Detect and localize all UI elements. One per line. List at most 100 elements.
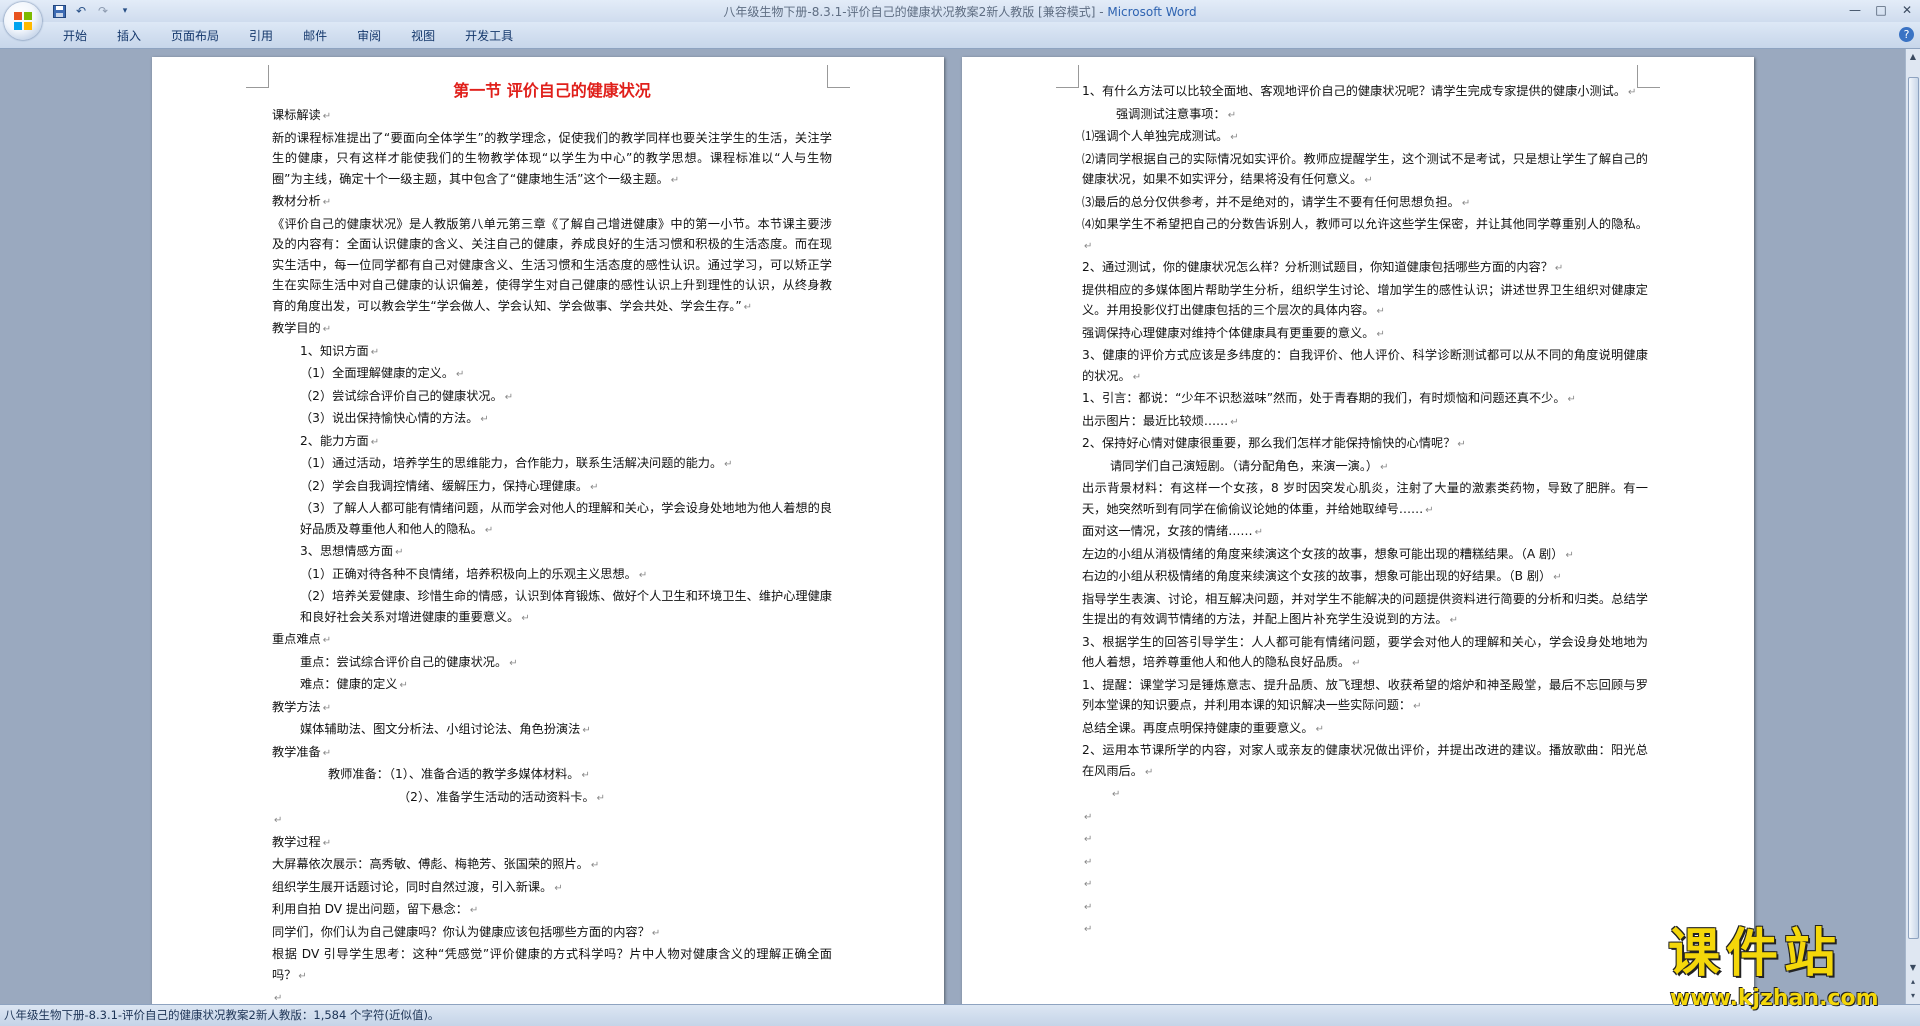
paragraph-text: 1、知识方面: [300, 343, 369, 358]
paragraph-text: ⑷如果学生不希望把自己的分数告诉别人，教师可以允许这些学生保密，并让其他同学尊重…: [1082, 217, 1648, 231]
window-title: 八年级生物下册-8.3.1-评价自己的健康状况教案2新人教版 [兼容模式] - …: [0, 3, 1920, 20]
paragraph-mark-icon: ↵: [670, 174, 680, 186]
vertical-scrollbar[interactable]: ▲ ▼ ▴ ▾: [1905, 49, 1920, 1004]
paragraph-line: ↵: [1082, 851, 1648, 874]
paragraph-line: ↵: [1082, 783, 1648, 806]
paragraph-line: 2、保持好心情对健康很重要，那么我们怎样才能保持愉快的心情呢？ ↵: [1082, 433, 1648, 456]
page-2-content: 1、有什么方法可以比较全面地、客观地评价自己的健康状况呢？请学生完成专家提供的健…: [1082, 81, 1648, 941]
paragraph-line: 左边的小组从消极情绪的角度来续演这个女孩的故事，想象可能出现的糟糕结果。（A 剧…: [1082, 544, 1648, 567]
paragraph-text: 教学过程: [272, 834, 321, 849]
paragraph-mark-icon: ↵: [1084, 856, 1093, 868]
paragraph-mark-icon: ↵: [1084, 924, 1093, 935]
paragraph-line: 1、引言：都说：“少年不识愁滋味”然而，处于青春期的我们，有时烦恼和问题还真不少…: [1082, 388, 1648, 411]
paragraph-text: 1、有什么方法可以比较全面地、客观地评价自己的健康状况呢？请学生完成专家提供的健…: [1082, 84, 1627, 98]
minimize-button[interactable]: —: [1842, 0, 1868, 20]
document-title: 八年级生物下册-8.3.1-评价自己的健康状况教案2新人教版 [兼容模式] -: [723, 5, 1108, 19]
paragraph-line: 教学准备 ↵: [272, 742, 832, 765]
paragraph-mark-icon: ↵: [322, 324, 332, 335]
paragraph-line: 2、能力方面 ↵: [272, 431, 832, 454]
paragraph-mark-icon: ↵: [590, 481, 599, 493]
paragraph-line: 1、提醒：课堂学习是锤炼意志、提升品质、放飞理想、收获希望的熔炉和神圣殿堂，最后…: [1082, 675, 1648, 718]
paragraph-text: 难点：健康的定义: [300, 677, 398, 691]
paragraph-line: 课标解读 ↵: [272, 105, 832, 128]
close-button[interactable]: ✕: [1894, 0, 1920, 20]
paragraph-mark-icon: ↵: [1084, 834, 1093, 845]
margin-mark: [246, 65, 269, 88]
tab-insert[interactable]: 插入: [102, 27, 156, 44]
paragraph-mark-icon: ↵: [1376, 328, 1385, 340]
paragraph-text: （2）学会自我调控情绪、缓解压力，保持心理健康。: [300, 478, 589, 493]
tab-mailings[interactable]: 邮件: [288, 27, 342, 44]
scroll-thumb[interactable]: [1908, 77, 1919, 939]
paragraph-line: 指导学生表演、讨论，相互解决问题，并对学生不能解决的问题提供资料进行简要的分析和…: [1082, 589, 1648, 632]
tab-developer[interactable]: 开发工具: [450, 27, 528, 44]
paragraph-mark-icon: ↵: [274, 815, 283, 826]
paragraph-line: 媒体辅助法、图文分析法、小组讨论法、角色扮演法 ↵: [272, 719, 832, 742]
document-page-2[interactable]: 1、有什么方法可以比较全面地、客观地评价自己的健康状况呢？请学生完成专家提供的健…: [962, 57, 1754, 1012]
paragraph-text: 根据 DV 引导学生思考：这种“凭感觉”评价健康的方式科学吗？片中人物对健康含义…: [272, 947, 832, 982]
paragraph-mark-icon: ↵: [1084, 811, 1093, 823]
paragraph-line: ⑶最后的总分仅供参考，并不是绝对的，请学生不要有任何思想负担。 ↵: [1082, 192, 1648, 215]
paragraph-mark-icon: ↵: [322, 635, 332, 646]
paragraph-text: 2、通过测试，你的健康状况怎么样？分析测试题目，你知道健康包括哪些方面的内容？: [1082, 260, 1553, 274]
paragraph-line: 右边的小组从积极情绪的角度来续演这个女孩的故事，想象可能出现的好结果。（B 剧）…: [1082, 566, 1648, 589]
paragraph-line: ⑴强调个人单独完成测试。 ↵: [1082, 126, 1648, 149]
paragraph-text: 新的课程标准提出了“要面向全体学生”的教学理念，促使我们的教学同样也要关注学生的…: [272, 130, 832, 186]
paragraph-mark-icon: ↵: [1376, 306, 1385, 317]
paragraph-line: 面对这一情况，女孩的情绪…… ↵: [1082, 521, 1648, 544]
paragraph-line: 重点难点 ↵: [272, 629, 832, 652]
redo-icon[interactable]: ↷: [94, 2, 112, 20]
margin-mark: [1056, 65, 1079, 88]
paragraph-mark-icon: ↵: [469, 905, 479, 916]
paragraph-mark-icon: ↵: [322, 702, 332, 714]
paragraph-text: 同学们，你们认为自己健康吗？你认为健康应该包括哪些方面的内容？: [272, 924, 650, 939]
paragraph-line: 重点：尝试综合评价自己的健康状况。 ↵: [272, 652, 832, 675]
paragraph-line: 1、知识方面 ↵: [272, 341, 832, 364]
paragraph-text: 出示图片：最近比较烦……: [1082, 413, 1229, 428]
office-button[interactable]: [4, 2, 42, 40]
paragraph-text: （2）尝试综合评价自己的健康状况。: [300, 388, 503, 403]
tab-review[interactable]: 审阅: [342, 27, 396, 44]
paragraph-line: 教材分析 ↵: [272, 191, 832, 214]
page-1-paragraphs: 课标解读 ↵ 新的课程标准提出了“要面向全体学生”的教学理念，促使我们的教学同样也要…: [272, 105, 832, 1010]
document-page-1[interactable]: 第一节 评价自己的健康状况 课标解读 ↵ 新的课程标准提出了“要面向全体学生”的教学…: [152, 57, 944, 1012]
paragraph-line: 教师准备：（1）、准备合适的教学多媒体材料。 ↵: [272, 764, 832, 787]
app-name: Microsoft Word: [1107, 5, 1197, 19]
paragraph-mark-icon: ↵: [1449, 615, 1459, 626]
paragraph-line: 根据 DV 引导学生思考：这种“凭感觉”评价健康的方式科学吗？片中人物对健康含义…: [272, 944, 832, 987]
paragraph-mark-icon: ↵: [322, 747, 332, 759]
paragraph-mark-icon: ↵: [484, 524, 494, 536]
paragraph-text: 《评价自己的健康状况》是人教版第八单元第三章《了解自己增进健康》中的第一小节。本…: [272, 216, 832, 313]
paragraph-text: 3、思想情感方面: [300, 544, 394, 558]
paragraph-mark-icon: ↵: [521, 612, 530, 624]
paragraph-mark-icon: ↵: [395, 547, 404, 558]
paragraph-line: 新的课程标准提出了“要面向全体学生”的教学理念，促使我们的教学同样也要关注学生的…: [272, 128, 832, 192]
paragraph-line: （1）全面理解健康的定义。 ↵: [272, 363, 832, 386]
scroll-up-icon[interactable]: ▲: [1907, 51, 1919, 63]
undo-icon[interactable]: ↶: [72, 2, 90, 20]
tab-home[interactable]: 开始: [48, 27, 102, 44]
document-heading: 第一节 评价自己的健康状况: [453, 81, 651, 100]
paragraph-line: 3、思想情感方面 ↵: [272, 541, 832, 564]
maximize-button[interactable]: □: [1868, 0, 1894, 20]
tab-references[interactable]: 引用: [234, 27, 288, 44]
page-1-content: 第一节 评价自己的健康状况 课标解读 ↵ 新的课程标准提出了“要面向全体学生”的教学…: [272, 79, 832, 1010]
paragraph-text: 教学方法: [272, 699, 321, 714]
paragraph-mark-icon: ↵: [1112, 789, 1121, 800]
paragraph-mark-icon: ↵: [554, 882, 563, 894]
paragraph-text: 3、根据学生的回答引导学生：人人都可能有情绪问题，要学会对他人的理解和关心，学会…: [1082, 634, 1648, 670]
tab-page-layout[interactable]: 页面布局: [156, 27, 234, 44]
tab-view[interactable]: 视图: [396, 27, 450, 44]
paragraph-line: （2）尝试综合评价自己的健康状况。 ↵: [272, 386, 832, 409]
paragraph-text: 1、提醒：课堂学习是锤炼意志、提升品质、放飞理想、收获希望的熔炉和神圣殿堂，最后…: [1082, 677, 1648, 713]
paragraph-text: 请同学们自己演短剧。（请分配角色，来演一演。）: [1110, 458, 1379, 473]
paragraph-line: ↵: [1082, 828, 1648, 851]
paragraph-line: 2、运用本节课所学的内容，对家人或亲友的健康状况做出评价，并提出改进的建议。播放…: [1082, 740, 1648, 783]
paragraph-line: 利用自拍 DV 提出问题，留下悬念： ↵: [272, 899, 832, 922]
paragraph-line: （2）、准备学生活动的活动资料卡。 ↵: [272, 787, 832, 810]
paragraph-mark-icon: ↵: [1227, 109, 1237, 121]
save-icon[interactable]: [50, 2, 68, 20]
help-icon[interactable]: ?: [1899, 27, 1914, 42]
customize-toolbar-icon[interactable]: ▾: [116, 2, 134, 20]
paragraph-line: 提供相应的多媒体图片帮助学生分析，组织学生讨论、增加学生的感性认识；讲述世界卫生…: [1082, 280, 1648, 323]
